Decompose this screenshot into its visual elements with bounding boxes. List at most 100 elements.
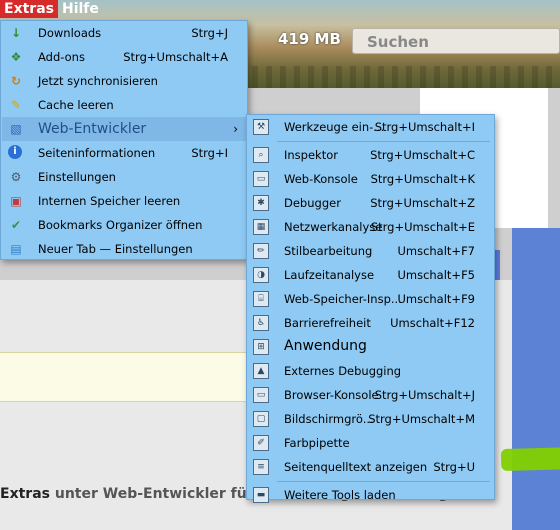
webdev-item-13[interactable]: ▢ Bildschirmgrö... Strg+Umschalt+M [248,407,493,431]
webdev-item-shortcut: Strg+Umschalt+E [370,220,475,234]
application-icon: ⊞ [253,339,269,355]
extras-item-label: Bookmarks Organizer öffnen [38,218,203,232]
webdev-item-label: Laufzeitanalyse [284,268,375,282]
extras-item-label: Downloads [38,26,102,40]
webdev-item-10[interactable]: ⊞ Anwendung [248,335,493,359]
webdev-item-shortcut: Umschalt+F5 [397,268,475,282]
webdev-item-17[interactable]: ▬ Weitere Tools laden [248,483,493,507]
webdev-item-label: Farbpipette [284,436,350,450]
webdev-item-label: Web-Konsole [284,172,358,186]
webdev-item-14[interactable]: ✐ Farbpipette [248,431,493,455]
puzzle-icon: ❖ [10,50,22,64]
menu-bar: Extras Hilfe [0,0,103,18]
chevron-right-icon: › [233,122,238,136]
extras-item-label: Einstellungen [38,170,116,184]
broom-icon: ✎ [10,98,22,112]
web-developer-submenu: ⚒ Werkzeuge ein-... Strg+Umschalt+I ⌕ Inspek… [246,114,560,503]
extras-item-5[interactable]: i Seiteninformationen Strg+I [2,141,246,165]
info-icon: i [8,145,22,159]
menu-extras[interactable]: Extras [0,0,58,18]
toolbag-icon: ▬ [253,487,269,503]
extras-item-label: Neuer Tab — Einstellungen [38,242,193,256]
menu-separator [277,481,490,482]
gear-icon: ⚙ [10,170,22,184]
webdev-item-label: Externes Debugging [284,364,402,378]
webdev-item-shortcut: Umschalt+F7 [397,244,475,258]
webdev-item-label: Anwendung [284,338,367,354]
webdev-item-label: Inspektor [284,148,338,162]
extras-item-shortcut: Strg+Umschalt+A [123,50,228,64]
storage-icon: ▣ [10,194,22,208]
webdev-item-shortcut: Strg+Umschalt+I [374,120,475,134]
page-source-icon: ≡ [253,459,269,475]
webdev-item-label: Barrierefreiheit [284,316,371,330]
extras-item-label: Seiteninformationen [38,146,156,160]
extras-item-label: Cache leeren [38,98,114,112]
webdev-item-5[interactable]: ▦ Netzwerkanalyse Strg+Umschalt+E [248,215,493,239]
performance-icon: ◑ [253,267,269,283]
network-icon: ▦ [253,219,269,235]
webdev-item-label: Netzwerkanalyse [284,220,383,234]
download-icon: ↓ [10,26,22,40]
extras-item-8[interactable]: ✔ Bookmarks Organizer öffnen [2,213,246,237]
new-tab-icon: ▤ [10,242,22,256]
webdev-item-6[interactable]: ✏ Stilbearbeitung Umschalt+F7 [248,239,493,263]
extras-item-7[interactable]: ▣ Internen Speicher leeren [2,189,246,213]
note-box [0,352,260,402]
webdev-item-label: Web-Speicher-Insp... [284,292,402,306]
extras-item-label: Web-Entwickler [38,121,147,137]
instruction-strong: Extras [0,486,50,502]
extras-item-4[interactable]: ▧ Web-Entwickler › [2,117,246,141]
extras-item-2[interactable]: ↻ Jetzt synchronisieren [2,69,246,93]
webdev-item-2[interactable]: ⌕ Inspektor Strg+Umschalt+C [248,143,493,167]
eyedropper-icon: ✐ [253,435,269,451]
extras-item-label: Add-ons [38,50,85,64]
webdev-item-shortcut: Strg+Umschalt+K [370,172,475,186]
extras-item-label: Internen Speicher leeren [38,194,181,208]
webdev-item-label: Werkzeuge ein-... [284,120,385,134]
webdev-item-label: Seitenquelltext anzeigen [284,460,428,474]
developer-icon: ▧ [10,122,22,136]
webdev-item-0[interactable]: ⚒ Werkzeuge ein-... Strg+Umschalt+I [248,115,493,139]
webdev-item-label: Stilbearbeitung [284,244,373,258]
debugger-icon: ✱ [253,195,269,211]
sync-icon: ↻ [10,74,22,88]
webdev-item-9[interactable]: ♿ Barrierefreiheit Umschalt+F12 [248,311,493,335]
extras-item-6[interactable]: ⚙ Einstellungen [2,165,246,189]
browser-console-icon: ▭ [253,387,269,403]
accessibility-icon: ♿ [253,315,269,331]
menu-hilfe[interactable]: Hilfe [58,0,103,18]
toolbox-icon: ⚒ [253,119,269,135]
menu-separator [277,141,490,142]
bookmark-icon: ✔ [10,218,22,232]
console-icon: ▭ [253,171,269,187]
webdev-item-shortcut: Strg+Umschalt+C [370,148,475,162]
webdev-item-shortcut: Strg+Umschalt+J [374,388,475,402]
remote-debug-icon: ▲ [253,363,269,379]
webdev-item-3[interactable]: ▭ Web-Konsole Strg+Umschalt+K [248,167,493,191]
extras-item-shortcut: Strg+J [191,26,228,40]
extras-menu: ↓ Downloads Strg+J ❖ Add-ons Strg+Umschalt+A ↻… [0,20,248,260]
memory-usage-label: 419 MB [278,30,341,48]
extras-item-1[interactable]: ❖ Add-ons Strg+Umschalt+A [2,45,246,69]
webdev-item-shortcut: Strg+U [433,460,475,474]
webdev-item-8[interactable]: ⌸ Web-Speicher-Insp... Umschalt+F9 [248,287,493,311]
webdev-item-15[interactable]: ≡ Seitenquelltext anzeigen Strg+U [248,455,493,479]
search-placeholder: Suchen [367,33,429,51]
webdev-item-shortcut: Umschalt+F12 [390,316,475,330]
webdev-item-11[interactable]: ▲ Externes Debugging [248,359,493,383]
inspector-icon: ⌕ [253,147,269,163]
search-input[interactable]: Suchen [352,28,560,54]
extras-item-3[interactable]: ✎ Cache leeren [2,93,246,117]
webdev-item-7[interactable]: ◑ Laufzeitanalyse Umschalt+F5 [248,263,493,287]
sidebar-stripe [512,228,560,530]
webdev-item-label: Browser-Konsole [284,388,379,402]
extras-item-0[interactable]: ↓ Downloads Strg+J [2,21,246,45]
webdev-item-4[interactable]: ✱ Debugger Strg+Umschalt+Z [248,191,493,215]
extras-item-label: Jetzt synchronisieren [38,74,158,88]
extras-item-9[interactable]: ▤ Neuer Tab — Einstellungen [2,237,246,261]
webdev-item-label: Weitere Tools laden [284,488,396,502]
webdev-item-12[interactable]: ▭ Browser-Konsole Strg+Umschalt+J [248,383,493,407]
webdev-item-label: Bildschirmgrö... [284,412,374,426]
webdev-item-shortcut: Umschalt+F9 [397,292,475,306]
